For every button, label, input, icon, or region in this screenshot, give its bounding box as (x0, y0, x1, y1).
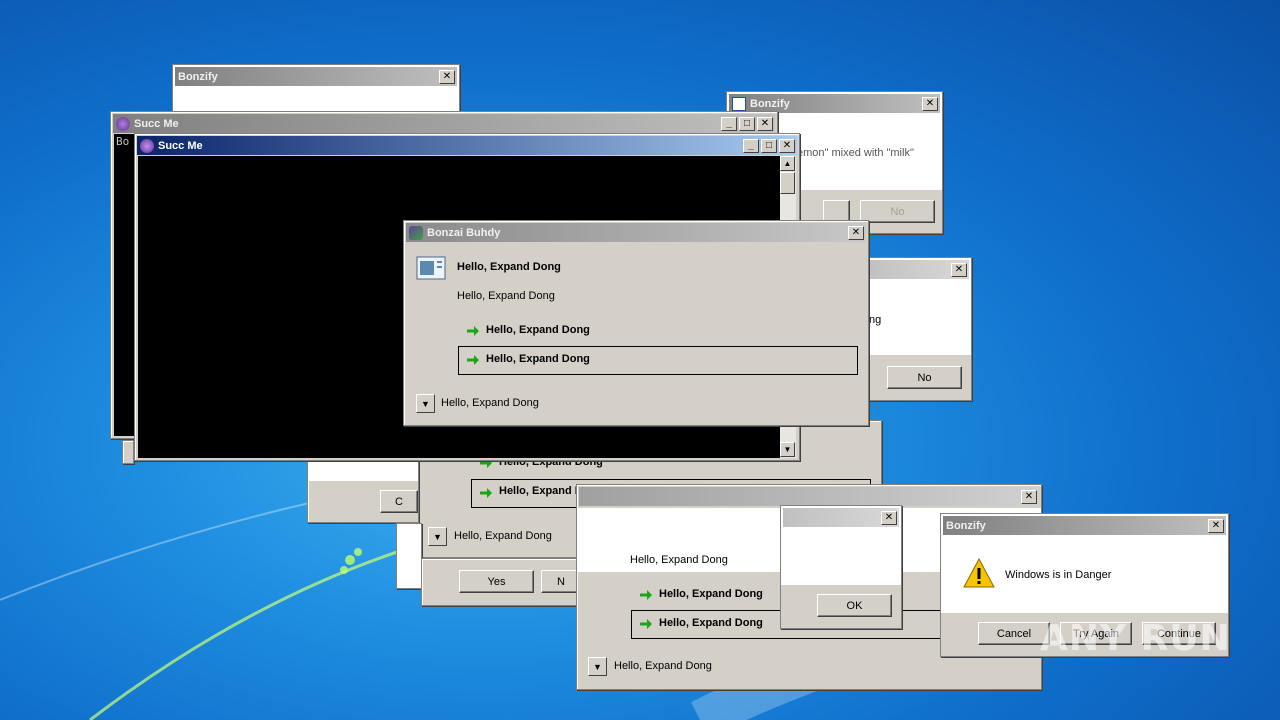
anyrun-watermark: ANY RUN (1040, 618, 1231, 659)
yes-button[interactable]: Yes (459, 570, 534, 593)
bonzi-icon (140, 138, 154, 153)
maximize-button[interactable]: □ (761, 138, 777, 153)
no-button[interactable]: No (887, 366, 962, 389)
command-link-label[interactable]: Hello, Expand Dong (486, 353, 590, 365)
button-partial[interactable]: N (541, 570, 581, 593)
window-edge-behind (122, 440, 134, 464)
titlebar[interactable]: ✕ (863, 260, 969, 279)
app-window-icon (416, 256, 446, 280)
arrow-right-icon (467, 355, 479, 365)
titlebar[interactable]: Bonzify ✕ (943, 516, 1226, 535)
titlebar[interactable]: Bonzify ✕ (175, 67, 457, 86)
window-icon (732, 96, 746, 111)
command-link-label[interactable]: Hello, Expand Dong (659, 588, 763, 600)
expando-label: Hello, Expand Dong (441, 397, 539, 409)
scroll-down-button[interactable]: ▼ (780, 442, 795, 457)
expando-button[interactable]: ▼ (428, 527, 447, 546)
button-partial[interactable]: C (380, 490, 418, 513)
titlebar[interactable]: Succ Me _ □ ✕ (113, 114, 775, 133)
dialog-window-right-mid: ✕ ng No (860, 257, 972, 401)
content-text: Hello, Expand Dong (457, 290, 555, 302)
close-button[interactable]: ✕ (848, 225, 864, 240)
main-instruction: Hello, Expand Dong (457, 261, 561, 273)
dialog-window-left-small: C (307, 458, 419, 523)
arrow-right-icon (640, 619, 652, 629)
command-link-label[interactable]: Hello, Expand Dong (659, 617, 763, 629)
no-button[interactable]: No (860, 200, 935, 223)
expando-label: Hello, Expand Dong (614, 660, 712, 672)
warning-icon (963, 558, 995, 588)
dialog-window-yes: Yes N (421, 558, 581, 606)
message-text: Windows is in Danger (1005, 569, 1112, 581)
content-text: Hello, Expand Dong (630, 554, 728, 566)
window-title: Succ Me (134, 117, 179, 130)
expando-label: Hello, Expand Dong (454, 530, 552, 542)
close-button[interactable]: ✕ (881, 510, 897, 525)
close-button[interactable]: ✕ (1021, 489, 1037, 504)
message-text: ng (869, 314, 882, 326)
console-text: Bo (116, 135, 130, 148)
bonzai-buhdy-dialog: Bonzai Buhdy ✕ Hello, Expand Dong Hello,… (403, 220, 869, 426)
window-title: Bonzify (750, 97, 790, 110)
scroll-thumb[interactable] (780, 172, 795, 194)
minimize-button[interactable]: _ (743, 138, 759, 153)
titlebar[interactable]: ✕ (579, 487, 1039, 506)
close-button[interactable]: ✕ (1208, 518, 1224, 533)
expando-button[interactable]: ▼ (416, 394, 435, 413)
bonzi-icon (409, 225, 423, 240)
titlebar[interactable]: ✕ (783, 508, 899, 527)
window-title: Succ Me (158, 139, 203, 152)
scroll-up-button[interactable]: ▲ (780, 156, 795, 171)
window-title: Bonzify (946, 519, 986, 532)
arrow-right-icon (480, 488, 492, 498)
titlebar[interactable]: Succ Me _ □ ✕ (137, 136, 797, 155)
arrow-right-icon (467, 326, 479, 336)
expando-button[interactable]: ▼ (588, 657, 607, 676)
message-text: emon" mixed with "milk" (797, 147, 914, 159)
close-button[interactable]: ✕ (951, 262, 967, 277)
close-button[interactable]: ✕ (779, 138, 795, 153)
maximize-button[interactable]: □ (739, 116, 755, 131)
ok-button[interactable]: OK (817, 594, 892, 617)
bonzi-icon (116, 116, 130, 131)
command-link-label[interactable]: Hello, Expand Dong (486, 324, 590, 336)
close-button[interactable]: ✕ (439, 69, 455, 84)
window-title: Bonzai Buhdy (427, 226, 501, 239)
arrow-right-icon (640, 590, 652, 600)
window-edge-left (396, 523, 422, 589)
close-button[interactable]: ✕ (922, 96, 938, 111)
close-button[interactable]: ✕ (757, 116, 773, 131)
window-title: Bonzify (178, 70, 218, 83)
dialog-window-ok: ✕ OK (780, 505, 902, 629)
titlebar[interactable]: Bonzai Buhdy ✕ (406, 223, 866, 242)
minimize-button[interactable]: _ (721, 116, 737, 131)
